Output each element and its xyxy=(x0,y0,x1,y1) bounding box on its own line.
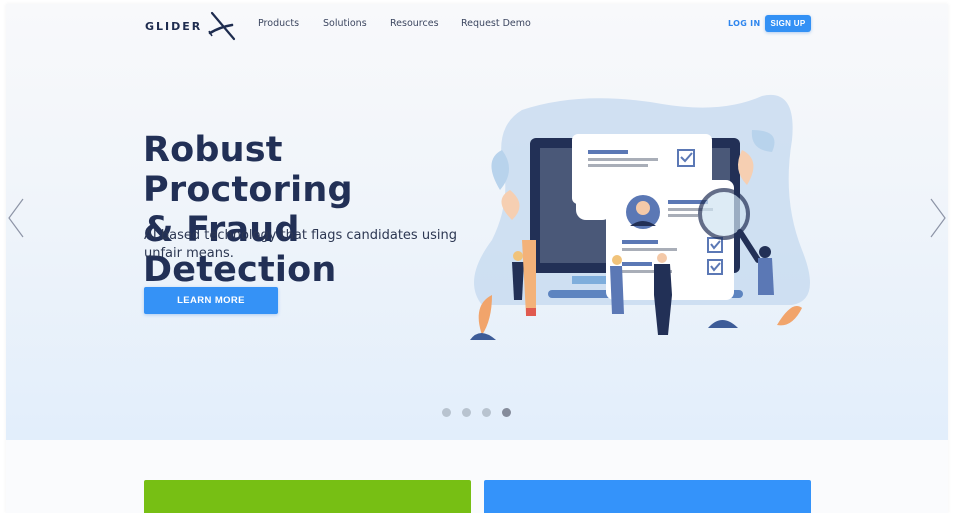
carousel-dot-2[interactable] xyxy=(462,408,471,417)
learn-more-button[interactable]: LEARN MORE xyxy=(144,287,278,314)
nav-products[interactable]: Products xyxy=(258,18,299,29)
hero-section: GLIDER Products Solutions Resources Requ… xyxy=(6,4,948,440)
carousel-prev-button[interactable] xyxy=(6,196,26,240)
feature-card-green[interactable] xyxy=(144,480,471,513)
hero-subtitle: AI based technology that flags candidate… xyxy=(144,228,457,261)
feature-cards xyxy=(6,480,948,513)
page-title: Robust Proctoring & Fraud Detection xyxy=(143,130,483,290)
document-verification-illustration xyxy=(470,94,810,340)
login-link[interactable]: LOG IN xyxy=(728,19,760,28)
feature-card-blue[interactable] xyxy=(484,480,811,513)
carousel-next-button[interactable] xyxy=(928,196,948,240)
carousel-dot-3[interactable] xyxy=(482,408,491,417)
chevron-left-icon xyxy=(8,198,24,238)
signup-button[interactable]: SIGN UP xyxy=(765,15,811,32)
headline-line-1: Robust Proctoring xyxy=(143,130,353,210)
carousel-dot-4[interactable] xyxy=(502,408,511,417)
glider-plane-icon xyxy=(208,11,236,41)
top-nav: GLIDER Products Solutions Resources Requ… xyxy=(6,4,948,44)
carousel-dot-1[interactable] xyxy=(442,408,451,417)
chevron-right-icon xyxy=(930,198,946,238)
nav-solutions[interactable]: Solutions xyxy=(323,18,367,29)
logo-text: GLIDER xyxy=(145,19,203,33)
logo[interactable]: GLIDER xyxy=(145,11,236,41)
nav-request-demo[interactable]: Request Demo xyxy=(461,18,531,29)
nav-resources[interactable]: Resources xyxy=(390,18,439,29)
carousel-dots xyxy=(442,408,511,417)
page-frame: GLIDER Products Solutions Resources Requ… xyxy=(6,4,948,513)
